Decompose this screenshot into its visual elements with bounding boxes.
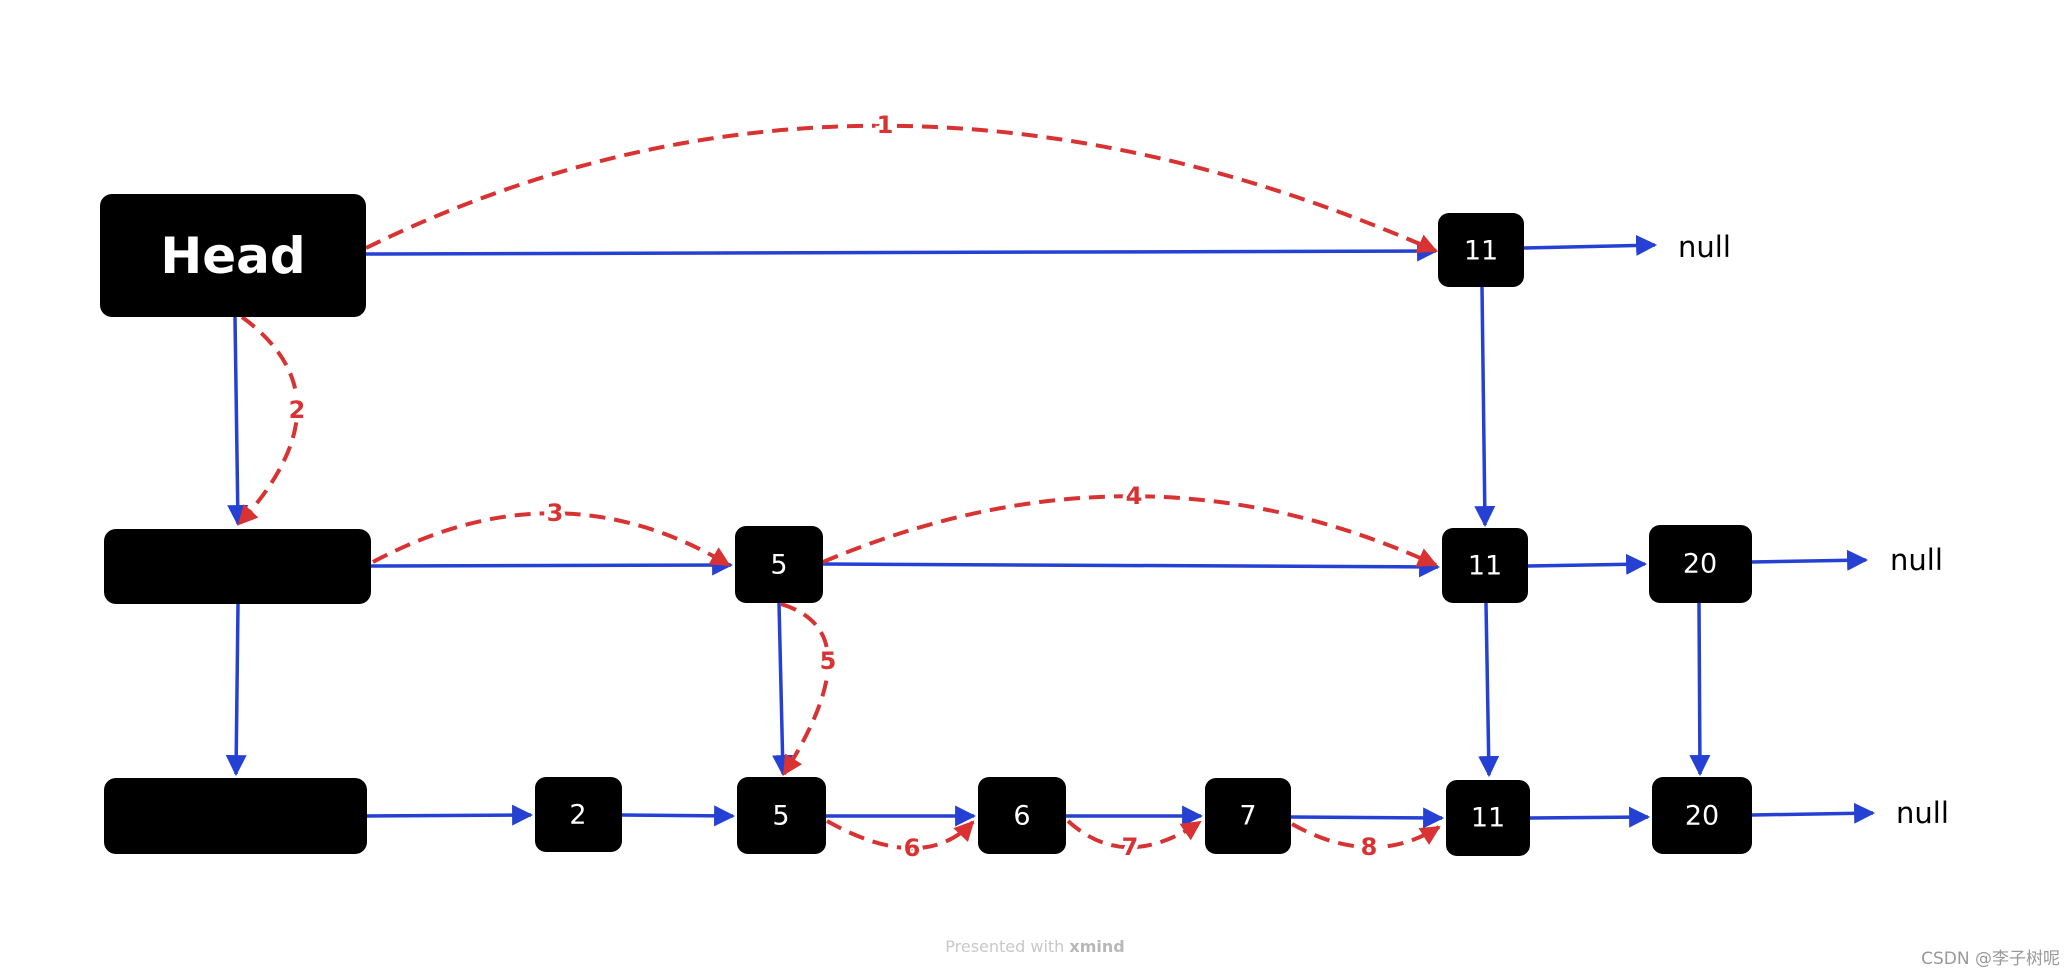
null-label-level3: null	[1678, 230, 1731, 264]
skip-list-diagram: 1 2 3 4 5 6 7 8 Head 11 5 11 20 2 5 6 7 …	[100, 107, 2060, 969]
node-label: 2	[569, 800, 586, 831]
link-11-to-20	[1527, 553, 1648, 575]
link-level1-to-2	[366, 804, 534, 826]
link-11-down-1	[1474, 286, 1496, 528]
step-label-1: 1	[877, 111, 894, 139]
step-label-5: 5	[820, 647, 837, 675]
level1-head-node	[104, 778, 367, 854]
link-head-to-11	[365, 240, 1439, 262]
csdn-watermark: CSDN @李子树呢	[1921, 949, 2060, 969]
level2-head-node	[104, 529, 371, 604]
node-label: 7	[1239, 801, 1256, 832]
node-label: 11	[1464, 236, 1498, 267]
link-level2-down	[225, 603, 247, 777]
step-label-2: 2	[289, 396, 306, 424]
link-11-to-20-bottom	[1529, 806, 1651, 828]
link-5-down	[772, 602, 794, 777]
node-label: 11	[1468, 551, 1502, 582]
link-5-to-11	[822, 556, 1441, 578]
link-7-to-11	[1290, 807, 1445, 829]
search-path: 1 2 3 4 5 6 7 8	[237, 107, 1441, 866]
step-5-arc	[780, 602, 831, 776]
null-label-level2: null	[1890, 543, 1943, 577]
node-label: 20	[1685, 801, 1719, 832]
node-label: 5	[772, 801, 789, 832]
node-label: 11	[1471, 803, 1505, 834]
step-label-4: 4	[1126, 482, 1143, 510]
step-label-8: 8	[1361, 833, 1378, 861]
xmind-brand: xmind	[1069, 937, 1124, 956]
null-label-level1: null	[1896, 796, 1949, 830]
link-head-down	[227, 316, 249, 527]
links	[225, 234, 1876, 829]
presented-with-footer: Presented with xmind	[945, 937, 1124, 956]
step-label-6: 6	[904, 834, 921, 862]
head-label: Head	[160, 227, 305, 285]
node-label: 6	[1013, 801, 1030, 832]
link-11-down-2	[1478, 602, 1500, 778]
link-20-to-null-bottom	[1751, 802, 1876, 824]
step-6-arc	[826, 819, 975, 851]
step-label-3: 3	[547, 499, 564, 527]
footer-prefix: Presented with	[945, 937, 1069, 956]
link-level2-to-5	[370, 554, 734, 576]
node-label: 20	[1683, 549, 1717, 580]
link-20-down	[1689, 602, 1711, 777]
link-2-to-5	[621, 805, 736, 827]
step-1-arc	[365, 123, 1438, 253]
step-label-7: 7	[1122, 833, 1139, 861]
node-label: 5	[770, 550, 787, 581]
link-11-to-null	[1523, 234, 1658, 256]
link-20-to-null	[1751, 549, 1869, 571]
